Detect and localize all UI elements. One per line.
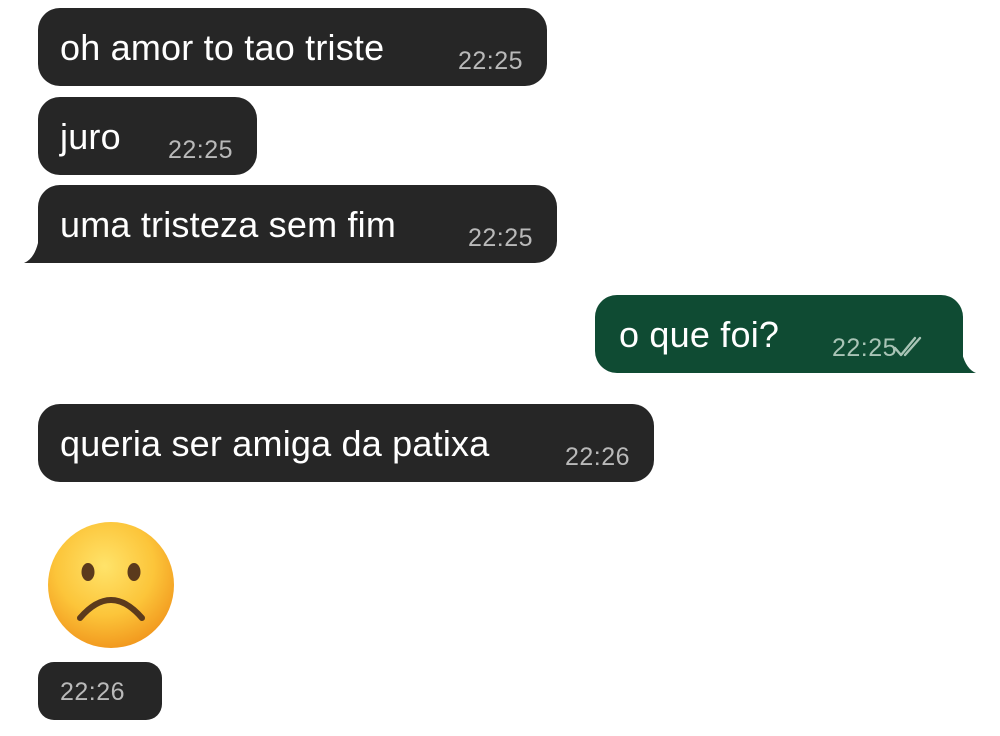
chat-conversation: oh amor to tao triste 22:25 juro 22:25 u… [0,0,1000,736]
incoming-message-bubble[interactable]: juro 22:25 [38,97,257,175]
slightly-frowning-face-emoji-icon[interactable] [46,520,176,650]
incoming-message-bubble[interactable]: queria ser amiga da patixa 22:26 [38,404,654,482]
message-timestamp: 22:25 [457,47,523,75]
message-text: juro [60,116,121,157]
message-timestamp: 22:26 [564,443,630,471]
outgoing-bubble-tail [950,353,976,373]
message-text: queria ser amiga da patixa [60,423,490,464]
message-timestamp: 22:25 [831,334,897,362]
emoji-timestamp-bubble: 22:26 [38,662,162,720]
message-text: oh amor to tao triste [60,27,385,68]
incoming-message-bubble[interactable]: uma tristeza sem fim 22:25 [38,185,557,263]
incoming-bubble-tail [24,243,50,263]
message-timestamp: 22:25 [167,136,233,164]
read-double-check-icon [893,335,929,359]
message-timestamp: 22:25 [467,224,533,252]
message-text: uma tristeza sem fim [60,204,397,245]
message-text: o que foi? [619,314,780,355]
incoming-message-bubble[interactable]: oh amor to tao triste 22:25 [38,8,547,86]
message-timestamp: 22:26 [60,678,126,706]
outgoing-message-bubble[interactable]: o que foi? 22:25 [595,295,963,373]
